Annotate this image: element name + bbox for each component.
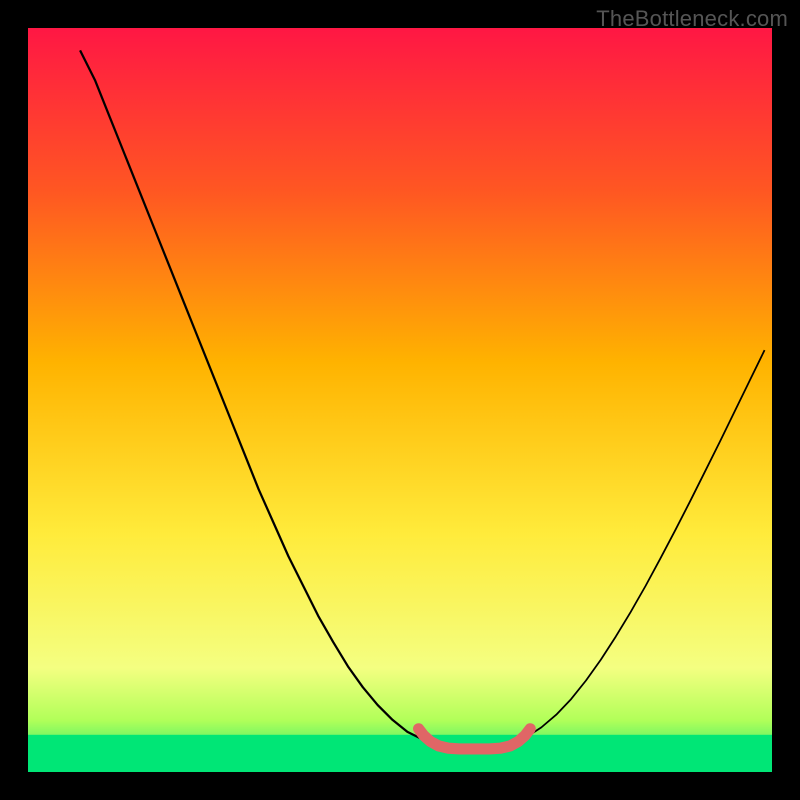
chart-canvas: TheBottleneck.com <box>0 0 800 800</box>
chart-green-band <box>28 735 772 772</box>
bottleneck-chart <box>0 0 800 800</box>
watermark-label: TheBottleneck.com <box>596 6 788 32</box>
chart-background <box>28 28 772 772</box>
